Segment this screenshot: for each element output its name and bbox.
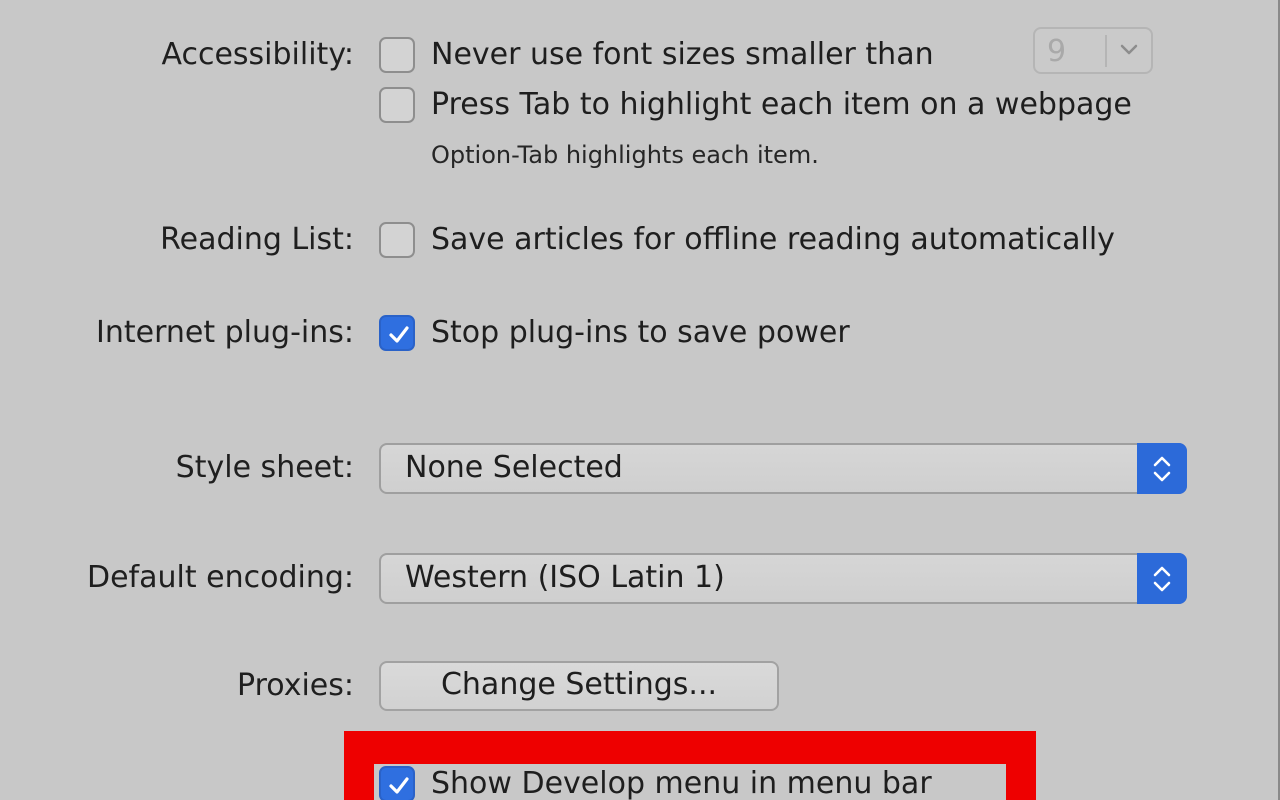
plugins-label: Internet plug-ins: xyxy=(95,315,354,350)
style-sheet-value: None Selected xyxy=(405,450,623,485)
min-font-size-checkbox[interactable] xyxy=(379,37,415,73)
up-down-chevron-icon xyxy=(1153,566,1171,592)
chevron-down-icon xyxy=(1119,42,1139,61)
min-font-size-select[interactable]: 9 xyxy=(1033,27,1153,74)
reading-list-text[interactable]: Save articles for offline reading automa… xyxy=(431,222,1115,258)
tab-highlight-hint: Option-Tab highlights each item. xyxy=(431,141,819,169)
encoding-label: Default encoding: xyxy=(86,560,354,595)
up-down-chevron-icon xyxy=(1153,456,1171,482)
accessibility-label: Accessibility: xyxy=(161,37,354,72)
change-settings-button[interactable]: Change Settings... xyxy=(379,661,779,711)
checkmark-icon xyxy=(389,777,409,794)
reading-list-checkbox[interactable] xyxy=(379,222,415,258)
popup-stepper xyxy=(1137,443,1187,494)
tab-highlight-text[interactable]: Press Tab to highlight each item on a we… xyxy=(431,87,1132,123)
min-font-size-text[interactable]: Never use font sizes smaller than xyxy=(431,37,934,73)
stop-plugins-text[interactable]: Stop plug-ins to save power xyxy=(431,315,850,351)
min-font-size-value: 9 xyxy=(1047,34,1067,69)
reading-list-label: Reading List: xyxy=(160,222,354,257)
encoding-popup[interactable]: Western (ISO Latin 1) xyxy=(379,553,1187,604)
select-divider xyxy=(1105,35,1107,67)
encoding-value: Western (ISO Latin 1) xyxy=(405,560,725,595)
show-develop-menu-text[interactable]: Show Develop menu in menu bar xyxy=(431,766,932,800)
proxies-label: Proxies: xyxy=(237,668,354,703)
checkmark-icon xyxy=(389,326,409,343)
tab-highlight-checkbox[interactable] xyxy=(379,87,415,123)
stop-plugins-checkbox[interactable] xyxy=(379,315,415,351)
show-develop-menu-checkbox[interactable] xyxy=(379,766,415,800)
popup-stepper xyxy=(1137,553,1187,604)
style-sheet-label: Style sheet: xyxy=(175,450,354,485)
advanced-preferences-panel: Accessibility: Never use font sizes smal… xyxy=(0,0,1280,800)
style-sheet-popup[interactable]: None Selected xyxy=(379,443,1187,494)
